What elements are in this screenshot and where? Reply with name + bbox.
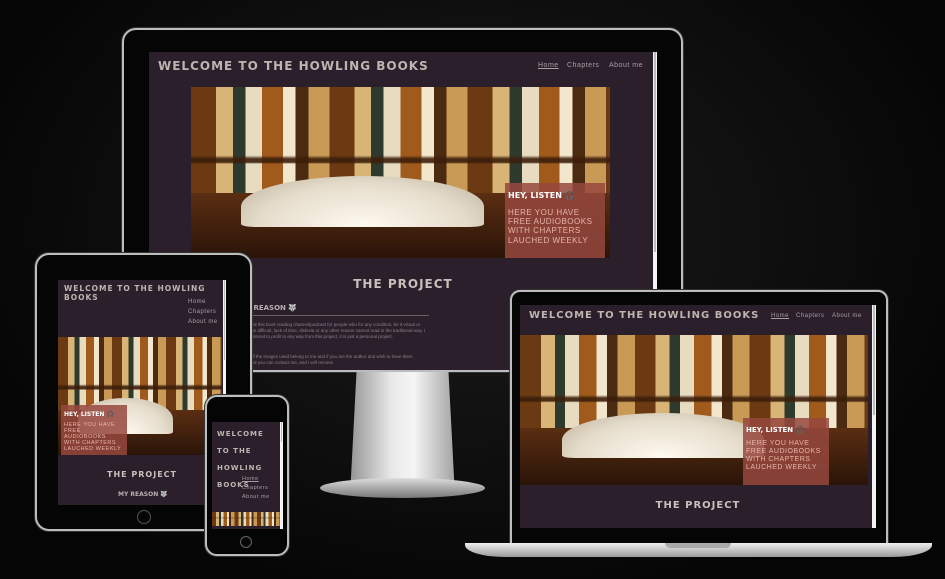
callout-box: Hey, listen 🎧 Here you have free audiobo…	[505, 183, 605, 258]
nav-about[interactable]: About me	[832, 313, 862, 319]
nav-home[interactable]: Home	[242, 476, 259, 482]
nav-about[interactable]: About me	[609, 62, 643, 69]
scrollbar[interactable]	[872, 305, 876, 528]
headphones-icon: 🎧	[795, 426, 805, 434]
wolf-icon: 🐺	[288, 304, 298, 312]
reason-paragraph-1: I created this book reading channel/podc…	[239, 322, 426, 340]
nav-chapters[interactable]: Chapters	[567, 62, 599, 69]
reason-heading-text: My reason	[118, 491, 159, 498]
site-title: Welcome to the Howling Books	[158, 59, 429, 73]
wolf-icon: 🐺	[160, 491, 168, 498]
tablet-screen: Welcome to the Howling Books Home Chapte…	[58, 280, 226, 505]
reason-paragraph-2: None of the images used belong to me and…	[239, 354, 413, 366]
nav-chapters[interactable]: Chapters	[188, 309, 216, 315]
site-title: Welcome to the Howling Books	[217, 430, 264, 489]
headphones-icon: 🎧	[106, 411, 115, 418]
callout-text: Here you have free audiobooks with chapt…	[508, 208, 593, 245]
callout-text: Here you have free audiobooks with chapt…	[64, 422, 122, 453]
project-title: The Project	[107, 470, 177, 479]
callout-box: Hey, listen 🎧 Here you have free audiobo…	[743, 418, 829, 485]
headphones-icon: 🎧	[564, 191, 575, 200]
nav-home[interactable]: Home	[771, 313, 789, 319]
project-title: The Project	[655, 500, 741, 511]
phone-screen: Welcome to the Howling Books Home Chapte…	[212, 422, 283, 529]
nav-chapters[interactable]: Chapters	[796, 313, 824, 319]
reason-heading: My reason 🐺	[239, 304, 429, 316]
callout-heading: Hey, listen	[746, 426, 794, 434]
laptop-screen: Welcome to the Howling Books Home Chapte…	[520, 305, 876, 528]
callout-heading: Hey, listen	[508, 191, 562, 200]
callout-heading: Hey, listen	[64, 411, 105, 418]
nav-chapters[interactable]: Chapters	[242, 485, 268, 491]
tablet-home-button[interactable]	[137, 510, 151, 524]
nav-home[interactable]: Home	[188, 299, 206, 305]
scrollbar[interactable]	[280, 422, 283, 529]
callout-text: Here you have free audiobooks with chapt…	[746, 440, 821, 472]
monitor-base	[320, 478, 485, 498]
laptop-notch	[665, 543, 731, 548]
nav-about[interactable]: About me	[188, 319, 218, 325]
site-title: Welcome to the Howling Books	[529, 310, 760, 321]
callout-box: Hey, listen 🎧 Here you have free audiobo…	[61, 405, 127, 455]
monitor-stand	[350, 372, 455, 482]
reason-heading: My reason 🐺	[118, 491, 168, 498]
nav-about[interactable]: About me	[242, 494, 270, 500]
nav-home[interactable]: Home	[538, 62, 559, 69]
hero-image	[212, 512, 280, 526]
phone-home-button[interactable]	[240, 536, 252, 548]
